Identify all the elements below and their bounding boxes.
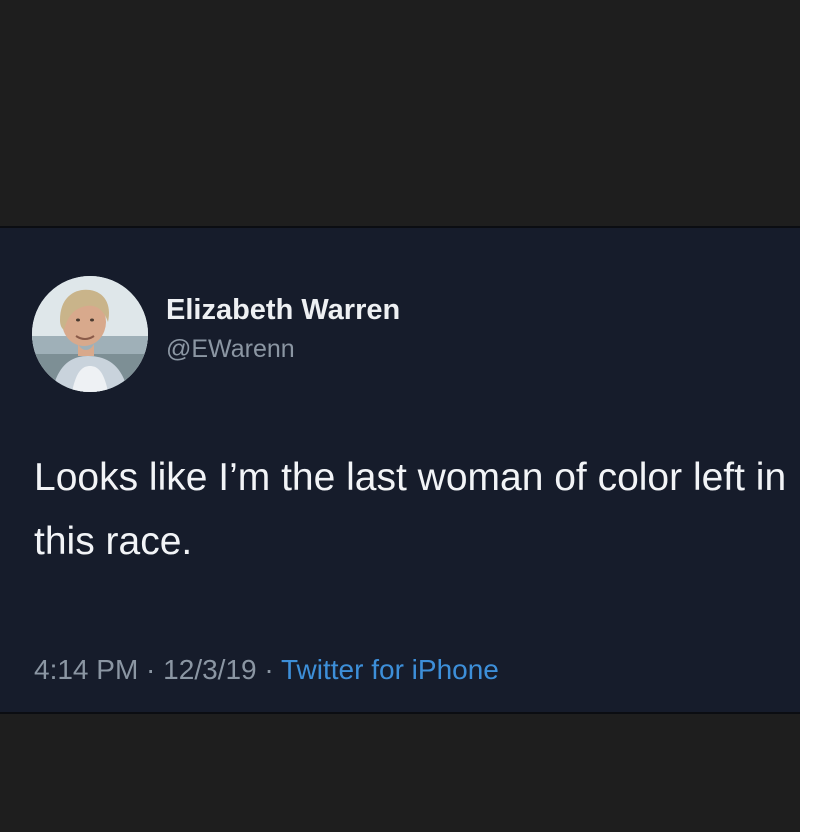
meta-separator: · — [138, 654, 164, 685]
top-letterbox-bar — [0, 0, 800, 226]
meta-separator: · — [256, 654, 281, 685]
author-display-name[interactable]: Elizabeth Warren — [166, 292, 400, 328]
tweet-date[interactable]: 12/3/19 — [163, 654, 256, 685]
tweet-source-link[interactable]: Twitter for iPhone — [281, 654, 499, 685]
author-handle[interactable]: @EWarenn — [166, 332, 400, 366]
tweet-time[interactable]: 4:14 PM — [34, 654, 138, 685]
tweet-body-text: Looks like I’m the last woman of color l… — [34, 456, 787, 563]
tweet-metadata: 4:14 PM · 12/3/19 · Twitter for iPhone — [34, 652, 499, 688]
tweet-author[interactable]: Elizabeth Warren @EWarenn — [166, 292, 400, 366]
right-margin-strip — [800, 0, 828, 832]
screenshot-frame: Elizabeth Warren @EWarenn Looks like I’m… — [0, 0, 800, 832]
tweet-card[interactable]: Elizabeth Warren @EWarenn Looks like I’m… — [0, 226, 800, 714]
bottom-letterbox-bar — [0, 714, 800, 832]
profile-photo-icon[interactable] — [32, 276, 148, 392]
